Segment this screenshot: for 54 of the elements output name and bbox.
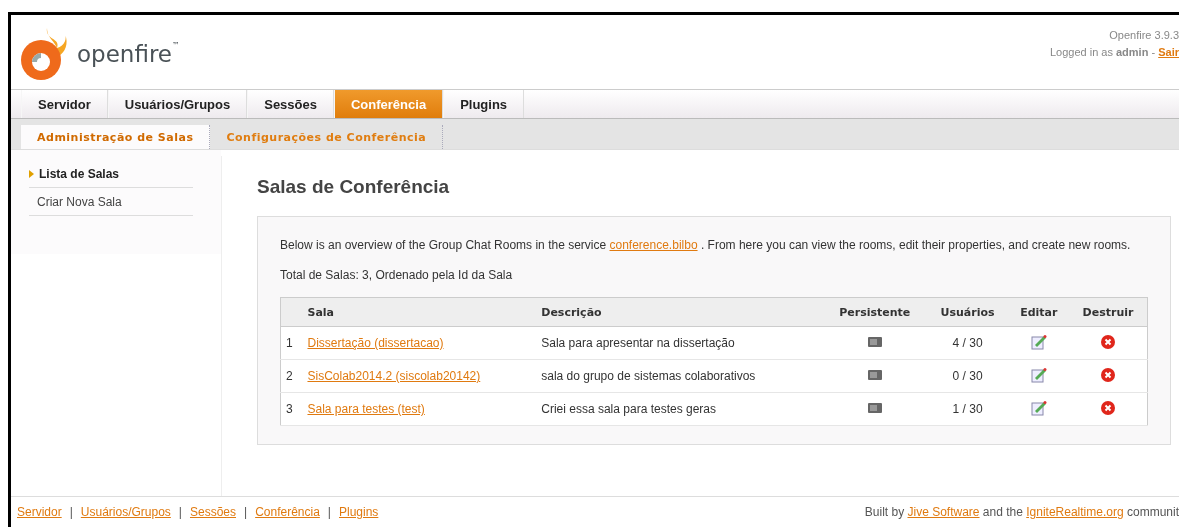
- column-header: Persistente: [822, 297, 927, 327]
- delete-icon[interactable]: [1101, 400, 1115, 415]
- column-header: Sala: [302, 297, 537, 327]
- table-cell: 4 / 30: [926, 326, 1009, 360]
- footer-link[interactable]: Servidor: [17, 505, 62, 519]
- sidebar-item[interactable]: Criar Nova Sala: [29, 188, 193, 216]
- intro-text: Below is an overview of the Group Chat Rooms in the service conference.bilbo . From here you can view the rooms, edit their properties, and create new rooms.: [280, 237, 1132, 253]
- version-text: Openfire 3.9.3: [1108, 28, 1179, 43]
- arrow-icon: [29, 169, 34, 178]
- edit-icon[interactable]: [1030, 366, 1047, 383]
- credit-link[interactable]: IgniteRealtime.org: [1026, 505, 1124, 519]
- sidebar-item[interactable]: Lista de Salas: [29, 160, 193, 188]
- logout-link[interactable]: Sair: [1158, 46, 1179, 58]
- column-header: Usuários: [926, 297, 1009, 327]
- separator-text: |: [178, 505, 182, 519]
- nav-tab[interactable]: Usuários/Grupos: [107, 90, 248, 118]
- footer-link[interactable]: Usuários/Grupos: [80, 505, 171, 519]
- table-cell: Sala para apresentar na dissertação: [536, 326, 823, 360]
- credit-link[interactable]: Jive Software: [907, 505, 980, 519]
- nav-tab[interactable]: Conferência: [334, 90, 444, 118]
- footer-link[interactable]: Conferência: [255, 505, 320, 519]
- separator-text: |: [244, 505, 248, 519]
- sub-tab[interactable]: Administração de Salas: [21, 125, 211, 149]
- column-header: Destruir: [1069, 297, 1148, 327]
- delete-icon[interactable]: [1101, 334, 1115, 349]
- summary-text: Total de Salas: 3, Ordenado pela Id da Sala: [280, 267, 514, 283]
- footer-link[interactable]: Sessões: [190, 505, 236, 519]
- credit-text: Built by Jive Software and the IgniteRealtime.org communit: [864, 505, 1179, 519]
- row-number: 2: [280, 359, 303, 393]
- row-number: 3: [280, 392, 303, 426]
- column-header: Descrição: [536, 297, 823, 327]
- room-link[interactable]: Dissertação (dissertacao): [307, 336, 444, 350]
- separator-text: |: [69, 505, 73, 519]
- room-link[interactable]: Sala para testes (test): [307, 402, 425, 416]
- nav-tab[interactable]: Plugins: [443, 90, 525, 118]
- edit-icon[interactable]: [1030, 333, 1047, 350]
- edit-icon[interactable]: [1030, 399, 1047, 416]
- table-cell: sala do grupo de sistemas colaborativos: [536, 359, 823, 393]
- table-cell: 0 / 30: [926, 359, 1009, 393]
- separator-text: |: [327, 505, 331, 519]
- service-link[interactable]: conference.bilbo: [609, 238, 698, 252]
- nav-tab[interactable]: Servidor: [21, 90, 108, 118]
- nav-tab[interactable]: Sessões: [247, 90, 334, 118]
- logo-text: openfire™: [77, 41, 180, 67]
- sub-tab[interactable]: Configurações de Conferência: [210, 125, 444, 149]
- row-number: 1: [280, 326, 303, 360]
- page-title: Salas de Conferência: [257, 176, 451, 198]
- room-link[interactable]: SisColab2014.2 (siscolab20142): [307, 369, 481, 383]
- column-header: Editar: [1008, 297, 1069, 327]
- login-status: Logged in as admin - Sair: [1049, 45, 1179, 60]
- table-cell: Criei essa sala para testes geras: [536, 392, 823, 426]
- delete-icon[interactable]: [1101, 367, 1115, 382]
- footer-link[interactable]: Plugins: [339, 505, 379, 519]
- table-cell: 1 / 30: [926, 392, 1009, 426]
